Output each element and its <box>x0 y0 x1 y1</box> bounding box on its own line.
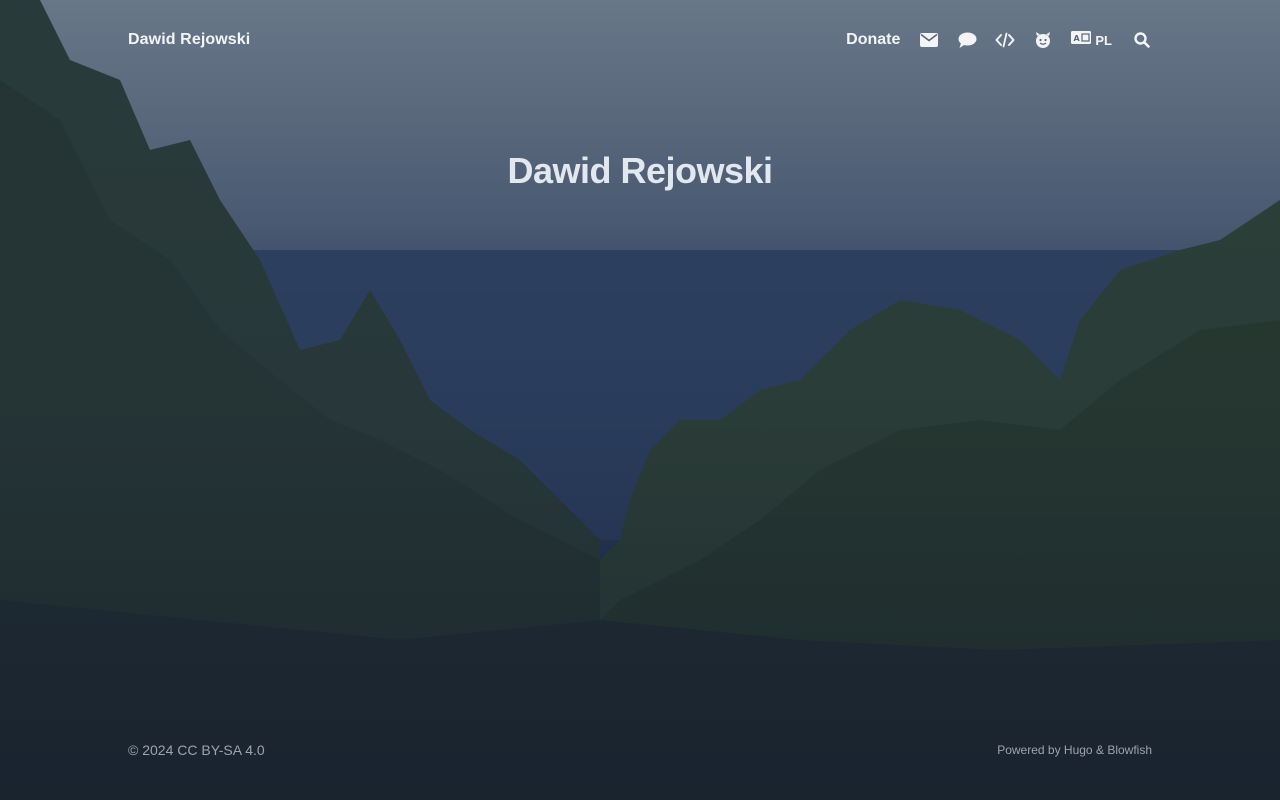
mascot-icon[interactable] <box>1033 30 1053 50</box>
language-switcher[interactable]: A PL <box>1071 31 1112 49</box>
powered-amp: & <box>1095 743 1104 757</box>
blowfish-link[interactable]: Blowfish <box>1107 743 1152 757</box>
copyright-text: © 2024 CC BY-SA 4.0 <box>128 742 265 758</box>
envelope-icon[interactable] <box>919 30 939 50</box>
page-title: Dawid Rejowski <box>507 150 773 191</box>
svg-text:A: A <box>1074 34 1081 43</box>
main-nav: Donate A PL <box>846 30 1152 50</box>
donate-link[interactable]: Donate <box>846 31 900 49</box>
background-overlay <box>0 0 1280 800</box>
code-icon[interactable] <box>995 30 1015 50</box>
powered-by-text: Powered by Hugo & Blowfish <box>997 743 1152 757</box>
site-header: Dawid Rejowski Donate A PL <box>128 28 1152 52</box>
site-footer: © 2024 CC BY-SA 4.0 Powered by Hugo & Bl… <box>128 740 1152 760</box>
search-icon[interactable] <box>1132 30 1152 50</box>
hugo-link[interactable]: Hugo <box>1064 743 1093 757</box>
chat-icon[interactable] <box>957 30 977 50</box>
powered-prefix: Powered by <box>997 743 1061 757</box>
site-title-link[interactable]: Dawid Rejowski <box>128 31 250 49</box>
language-icon: A <box>1071 31 1092 49</box>
language-label: PL <box>1095 32 1112 48</box>
